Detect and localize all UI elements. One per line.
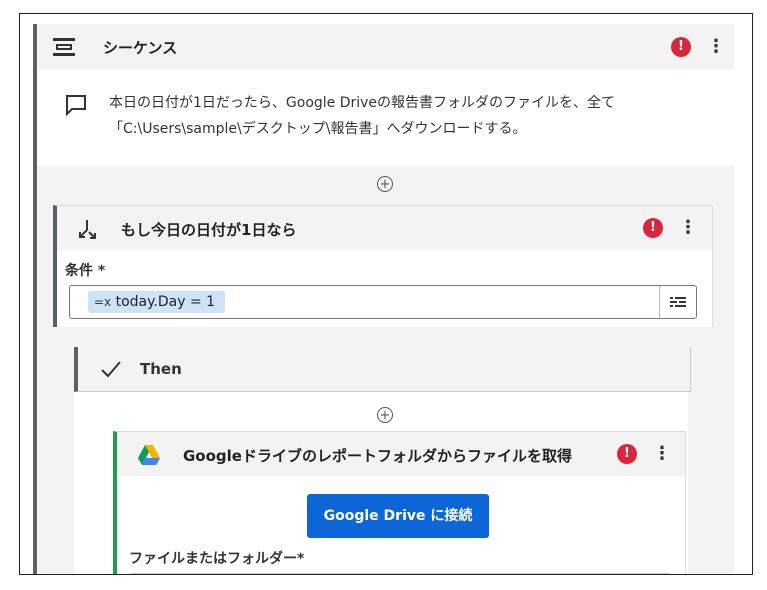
google-drive-block[interactable]: Googleドライブのレポートフォルダからファイルを取得 ! ⋮ Google … [113, 431, 686, 574]
variable-picker-icon [670, 297, 686, 307]
more-vertical-icon[interactable]: ⋮ [679, 218, 697, 238]
condition-input[interactable]: =x today.Day = 1 [69, 285, 697, 319]
google-drive-title: Googleドライブのレポートフォルダからファイルを取得 [183, 447, 572, 465]
more-vertical-icon[interactable]: ⋮ [653, 444, 671, 464]
comment-text: 本日の日付が1日だったら、Google Driveの報告書フォルダのファイルを、… [109, 90, 709, 142]
then-label: Then [140, 360, 182, 378]
error-icon[interactable]: ! [617, 444, 637, 464]
check-icon [101, 361, 121, 378]
if-block[interactable]: もし今日の日付が1日なら ! ⋮ 条件 * =x today.Day = 1 [53, 205, 713, 327]
error-icon[interactable]: ! [671, 37, 691, 57]
if-title: もし今日の日付が1日なら [121, 221, 297, 239]
workflow-canvas: ▼ シーケンス ! ⋮ 本日の日付が1日だったら、Google Driveの報告… [19, 13, 753, 575]
comment-line-2: 「C:\Users\sample\デスクトップ\報告書」へダウンロードする。 [109, 121, 527, 137]
file-or-folder-label: ファイルまたはフォルダー* [129, 551, 305, 567]
comment-block[interactable]: 本日の日付が1日だったら、Google Driveの報告書フォルダのファイルを、… [37, 70, 734, 166]
google-drive-icon [138, 445, 160, 465]
condition-label: 条件 * [65, 263, 106, 279]
file-or-folder-input[interactable] [129, 573, 671, 574]
comment-icon [66, 95, 86, 116]
google-drive-header[interactable]: Googleドライブのレポートフォルダからファイルを取得 ! ⋮ [117, 432, 685, 476]
sequence-icon [53, 38, 75, 56]
if-header[interactable]: もし今日の日付が1日なら ! ⋮ [57, 206, 712, 250]
branch-icon [79, 220, 96, 239]
comment-line-1: 本日の日付が1日だったら、Google Driveの報告書フォルダのファイルを、… [109, 95, 616, 111]
connect-google-drive-button[interactable]: Google Drive に接続 [307, 494, 489, 538]
error-icon[interactable]: ! [643, 218, 663, 238]
condition-value: today.Day = 1 [115, 294, 216, 310]
condition-chip[interactable]: =x today.Day = 1 [88, 291, 226, 313]
sequence-block[interactable]: シーケンス ! ⋮ 本日の日付が1日だったら、Google Driveの報告書フ… [33, 24, 734, 574]
sequence-title: シーケンス [103, 39, 178, 57]
variable-picker-button[interactable] [659, 286, 696, 318]
add-circle-icon[interactable]: + [377, 407, 393, 423]
add-circle-icon[interactable]: + [377, 176, 393, 192]
sequence-header[interactable]: シーケンス ! ⋮ [37, 24, 734, 70]
then-block[interactable]: Then [74, 347, 691, 392]
expression-icon: =x [94, 295, 112, 309]
more-vertical-icon[interactable]: ⋮ [707, 37, 725, 57]
